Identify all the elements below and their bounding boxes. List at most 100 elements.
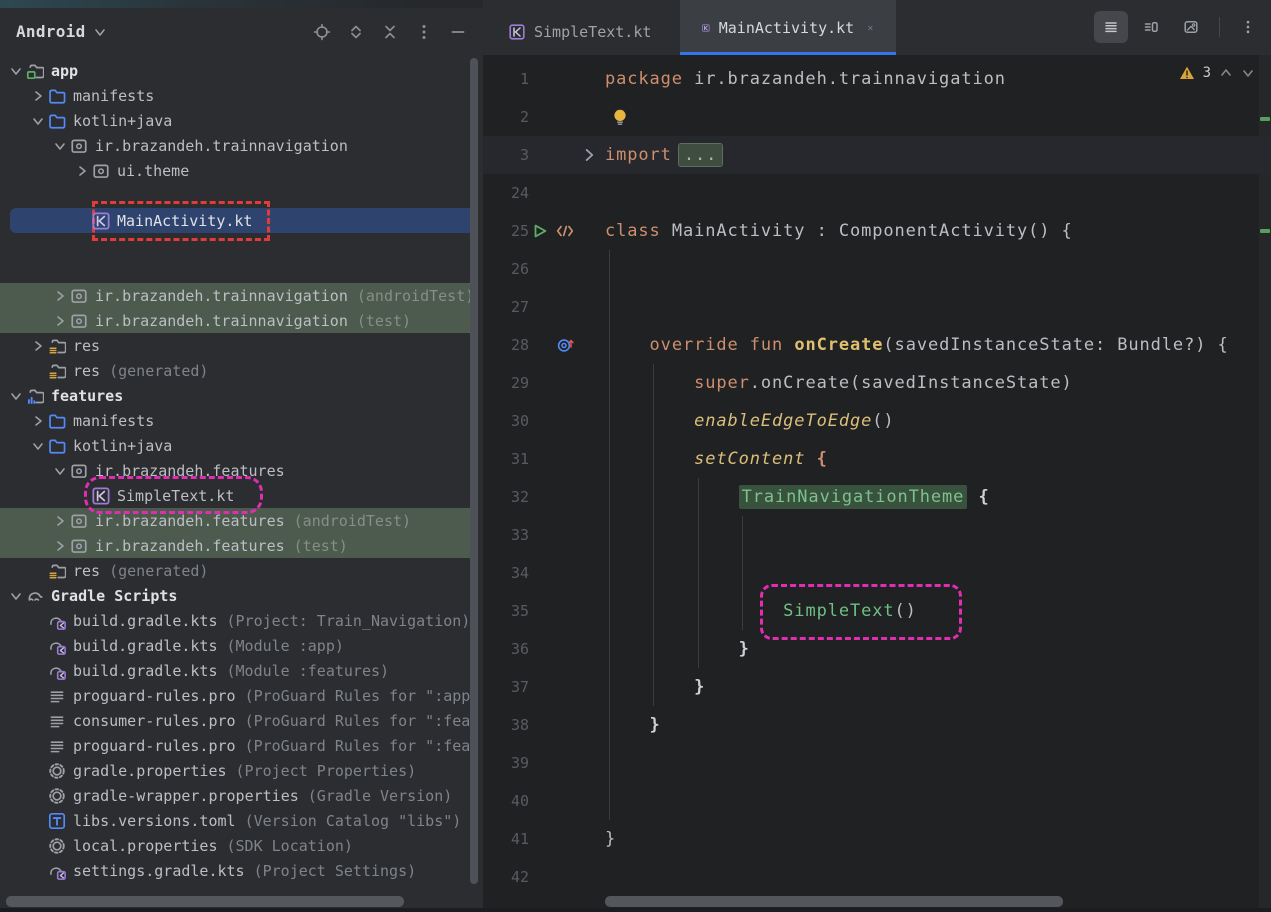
- tree-row-settings-gradle-kts[interactable]: settings.gradle.kts(Project Settings): [0, 858, 470, 883]
- tree-row-res[interactable]: res: [0, 333, 470, 358]
- chevron-right-icon[interactable]: [50, 288, 70, 304]
- code-line-39[interactable]: 39: [483, 744, 1271, 782]
- tree-row-libs-versions-toml[interactable]: libs.versions.toml(Version Catalog "libs…: [0, 808, 470, 833]
- code-line-2[interactable]: 2: [483, 98, 1271, 136]
- line-number[interactable]: 40: [483, 782, 529, 820]
- tree-row-manifests[interactable]: manifests: [0, 83, 470, 108]
- editor-more-button[interactable]: [1231, 11, 1265, 43]
- line-number[interactable]: 35: [483, 592, 529, 630]
- chevron-right-icon[interactable]: [28, 338, 48, 354]
- tree-row-ir-brazandeh-features[interactable]: ir.brazandeh.features(androidTest): [0, 508, 470, 533]
- tree-row-build-gradle-kts[interactable]: build.gradle.kts(Module :features): [0, 658, 470, 683]
- code-tag-icon[interactable]: [556, 222, 574, 240]
- line-number[interactable]: 38: [483, 706, 529, 744]
- run-icon[interactable]: [531, 222, 549, 240]
- code-line-33[interactable]: 33: [483, 516, 1271, 554]
- tree-row-ui-theme[interactable]: ui.theme: [0, 158, 470, 183]
- code-line-28[interactable]: 28 override fun onCreate(savedInstanceSt…: [483, 326, 1271, 364]
- line-number[interactable]: 28: [483, 326, 529, 364]
- tree-row-proguard-rules-pro[interactable]: proguard-rules.pro(ProGuard Rules for ":…: [0, 683, 470, 708]
- code-line-3[interactable]: 3import...: [483, 136, 1271, 174]
- line-number[interactable]: 27: [483, 288, 529, 326]
- code-line-31[interactable]: 31 setContent {: [483, 440, 1271, 478]
- chevron-down-icon[interactable]: [50, 463, 70, 479]
- line-number[interactable]: 25: [483, 212, 529, 250]
- tree-row-build-gradle-kts[interactable]: build.gradle.kts(Project: Train_Navigati…: [0, 608, 470, 633]
- tree-row-build-gradle-kts[interactable]: build.gradle.kts(Module :app): [0, 633, 470, 658]
- tree-row-ir-brazandeh-trainnavigation[interactable]: ir.brazandeh.trainnavigation(androidTest…: [0, 283, 470, 308]
- chevron-right-icon[interactable]: [28, 413, 48, 429]
- project-tree-vertical-scrollbar[interactable]: [470, 58, 478, 884]
- code-line-24[interactable]: 24: [483, 174, 1271, 212]
- tree-row-ir-brazandeh-trainnavigation[interactable]: ir.brazandeh.trainnavigation: [0, 133, 470, 158]
- chevron-down-icon[interactable]: [6, 588, 26, 604]
- chevron-down-icon[interactable]: [50, 138, 70, 154]
- line-number[interactable]: 41: [483, 820, 529, 858]
- code-line-30[interactable]: 30 enableEdgeToEdge(): [483, 402, 1271, 440]
- line-number[interactable]: 33: [483, 516, 529, 554]
- line-number[interactable]: 24: [483, 174, 529, 212]
- code-line-29[interactable]: 29 super.onCreate(savedInstanceState): [483, 364, 1271, 402]
- expand-all-icon[interactable]: [347, 23, 365, 41]
- tree-row-gradle-properties[interactable]: gradle.properties(Project Properties): [0, 758, 470, 783]
- line-number[interactable]: 36: [483, 630, 529, 668]
- chevron-right-icon[interactable]: [50, 513, 70, 529]
- code-line-41[interactable]: 41}: [483, 820, 1271, 858]
- line-number[interactable]: 29: [483, 364, 529, 402]
- chevron-down-icon[interactable]: [6, 63, 26, 79]
- code-line-37[interactable]: 37 }: [483, 668, 1271, 706]
- line-number[interactable]: 32: [483, 478, 529, 516]
- tree-row-gradle-wrapper-properties[interactable]: gradle-wrapper.properties(Gradle Version…: [0, 783, 470, 808]
- overrides-method-icon[interactable]: [557, 336, 575, 354]
- code-line-42[interactable]: 42: [483, 858, 1271, 896]
- project-tree-horizontal-scrollbar[interactable]: [6, 896, 404, 907]
- line-number[interactable]: 26: [483, 250, 529, 288]
- fold-chevron-icon[interactable]: [581, 146, 599, 164]
- code-line-1[interactable]: 1package ir.brazandeh.trainnavigation: [483, 60, 1271, 98]
- line-number[interactable]: 42: [483, 858, 529, 896]
- line-number[interactable]: 34: [483, 554, 529, 592]
- locate-icon[interactable]: [313, 23, 331, 41]
- chevron-down-icon[interactable]: [28, 438, 48, 454]
- tree-row-res[interactable]: res(generated): [0, 558, 470, 583]
- code-editor[interactable]: 3 1package ir.brazandeh.trainnavigation2…: [483, 55, 1271, 908]
- line-number[interactable]: 39: [483, 744, 529, 782]
- tree-row-local-properties[interactable]: local.properties(SDK Location): [0, 833, 470, 858]
- chevron-right-icon[interactable]: [50, 313, 70, 329]
- tree-row-app[interactable]: app: [0, 58, 470, 83]
- hide-panel-icon[interactable]: [449, 23, 467, 41]
- project-view-selector[interactable]: Android: [10, 18, 113, 45]
- code-view-button[interactable]: [1094, 11, 1128, 43]
- tree-row-res[interactable]: res(generated): [0, 358, 470, 383]
- chevron-right-icon[interactable]: [50, 538, 70, 554]
- code-line-40[interactable]: 40: [483, 782, 1271, 820]
- code-line-32[interactable]: 32 TrainNavigationTheme {: [483, 478, 1271, 516]
- chevron-right-icon[interactable]: [28, 88, 48, 104]
- design-view-button[interactable]: [1174, 11, 1208, 43]
- tree-row-features[interactable]: features: [0, 383, 470, 408]
- tree-row-gradle-scripts[interactable]: Gradle Scripts: [0, 583, 470, 608]
- line-number[interactable]: 1: [483, 60, 529, 98]
- code-line-25[interactable]: 25class MainActivity : ComponentActivity…: [483, 212, 1271, 250]
- code-line-43[interactable]: 43: [483, 896, 1271, 908]
- line-number[interactable]: 31: [483, 440, 529, 478]
- tree-row-consumer-rules-pro[interactable]: consumer-rules.pro(ProGuard Rules for ":…: [0, 708, 470, 733]
- code-line-27[interactable]: 27: [483, 288, 1271, 326]
- line-number[interactable]: 37: [483, 668, 529, 706]
- intention-bulb-icon[interactable]: [611, 108, 629, 126]
- split-view-button[interactable]: [1134, 11, 1168, 43]
- more-icon[interactable]: [415, 23, 433, 41]
- line-number[interactable]: 3: [483, 136, 529, 174]
- tab-mainactivity[interactable]: MainActivity.kt: [680, 0, 896, 55]
- tree-row-kotlin-java[interactable]: kotlin+java: [0, 433, 470, 458]
- chevron-down-icon[interactable]: [6, 388, 26, 404]
- tree-row-kotlin-java[interactable]: kotlin+java: [0, 108, 470, 133]
- chevron-right-icon[interactable]: [72, 163, 92, 179]
- collapse-all-icon[interactable]: [381, 23, 399, 41]
- tree-row-proguard-rules-pro[interactable]: proguard-rules.pro(ProGuard Rules for ":…: [0, 733, 470, 758]
- tree-row-ir-brazandeh-features[interactable]: ir.brazandeh.features(test): [0, 533, 470, 558]
- chevron-down-icon[interactable]: [28, 113, 48, 129]
- tab-simpletext[interactable]: SimpleText.kt: [487, 8, 680, 55]
- code-line-38[interactable]: 38 }: [483, 706, 1271, 744]
- line-number[interactable]: 30: [483, 402, 529, 440]
